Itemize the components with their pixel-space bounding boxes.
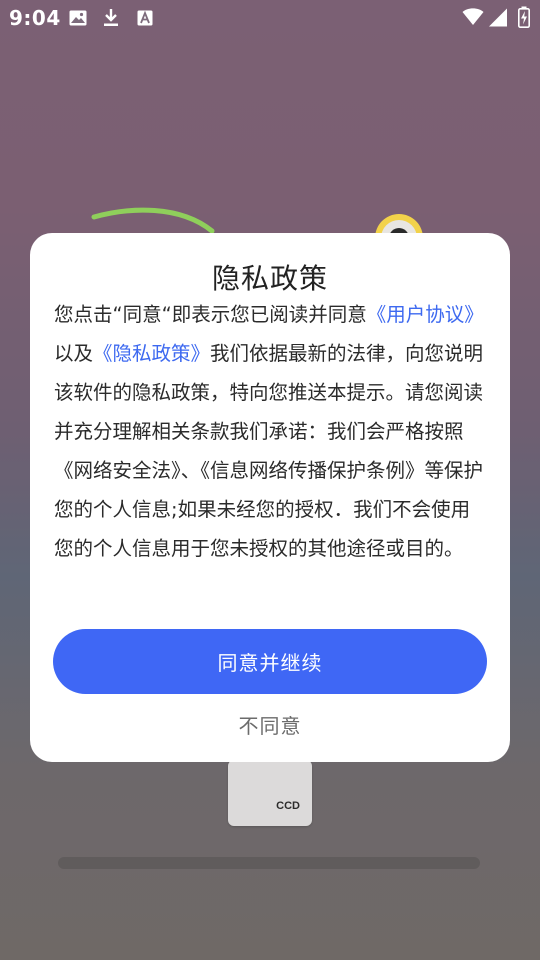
body-text-intro: 您点击“同意“即表示您已阅读并同意 [54, 303, 367, 326]
dialog-body-text: 您点击“同意“即表示您已阅读并同意《用户协议》 以及《隐私政策》我们依据最新的法… [54, 295, 488, 568]
signal-icon [489, 8, 507, 27]
body-text-main: 我们依据最新的法律，向您说明该软件的隐私政策，特向您推送本提示。请您阅读并充分理… [54, 342, 484, 560]
status-time: 9:04 [9, 6, 61, 30]
background-scroll-bar [58, 857, 480, 869]
background-device-label: CCD [276, 800, 300, 812]
privacy-policy-link[interactable]: 《隐私政策》 [93, 342, 210, 365]
user-agreement-link[interactable]: 《用户协议》 [367, 303, 484, 326]
battery-charging-icon [518, 6, 530, 28]
font-icon [137, 10, 153, 26]
background-decoration [91, 207, 215, 234]
agree-continue-button[interactable]: 同意并继续 [53, 629, 487, 694]
image-icon [69, 10, 87, 26]
dialog-title: 隐私政策 [211, 262, 328, 295]
background-device-image: CCD [228, 760, 312, 826]
status-bar: 9:04 [0, 0, 540, 36]
privacy-dialog: 隐私政策 您点击“同意“即表示您已阅读并同意《用户协议》 以及《隐私政策》我们依… [30, 233, 510, 762]
wifi-icon [462, 8, 484, 25]
disagree-button[interactable]: 不同意 [30, 710, 510, 739]
download-icon [104, 9, 118, 26]
body-text-and: 以及 [54, 342, 94, 365]
